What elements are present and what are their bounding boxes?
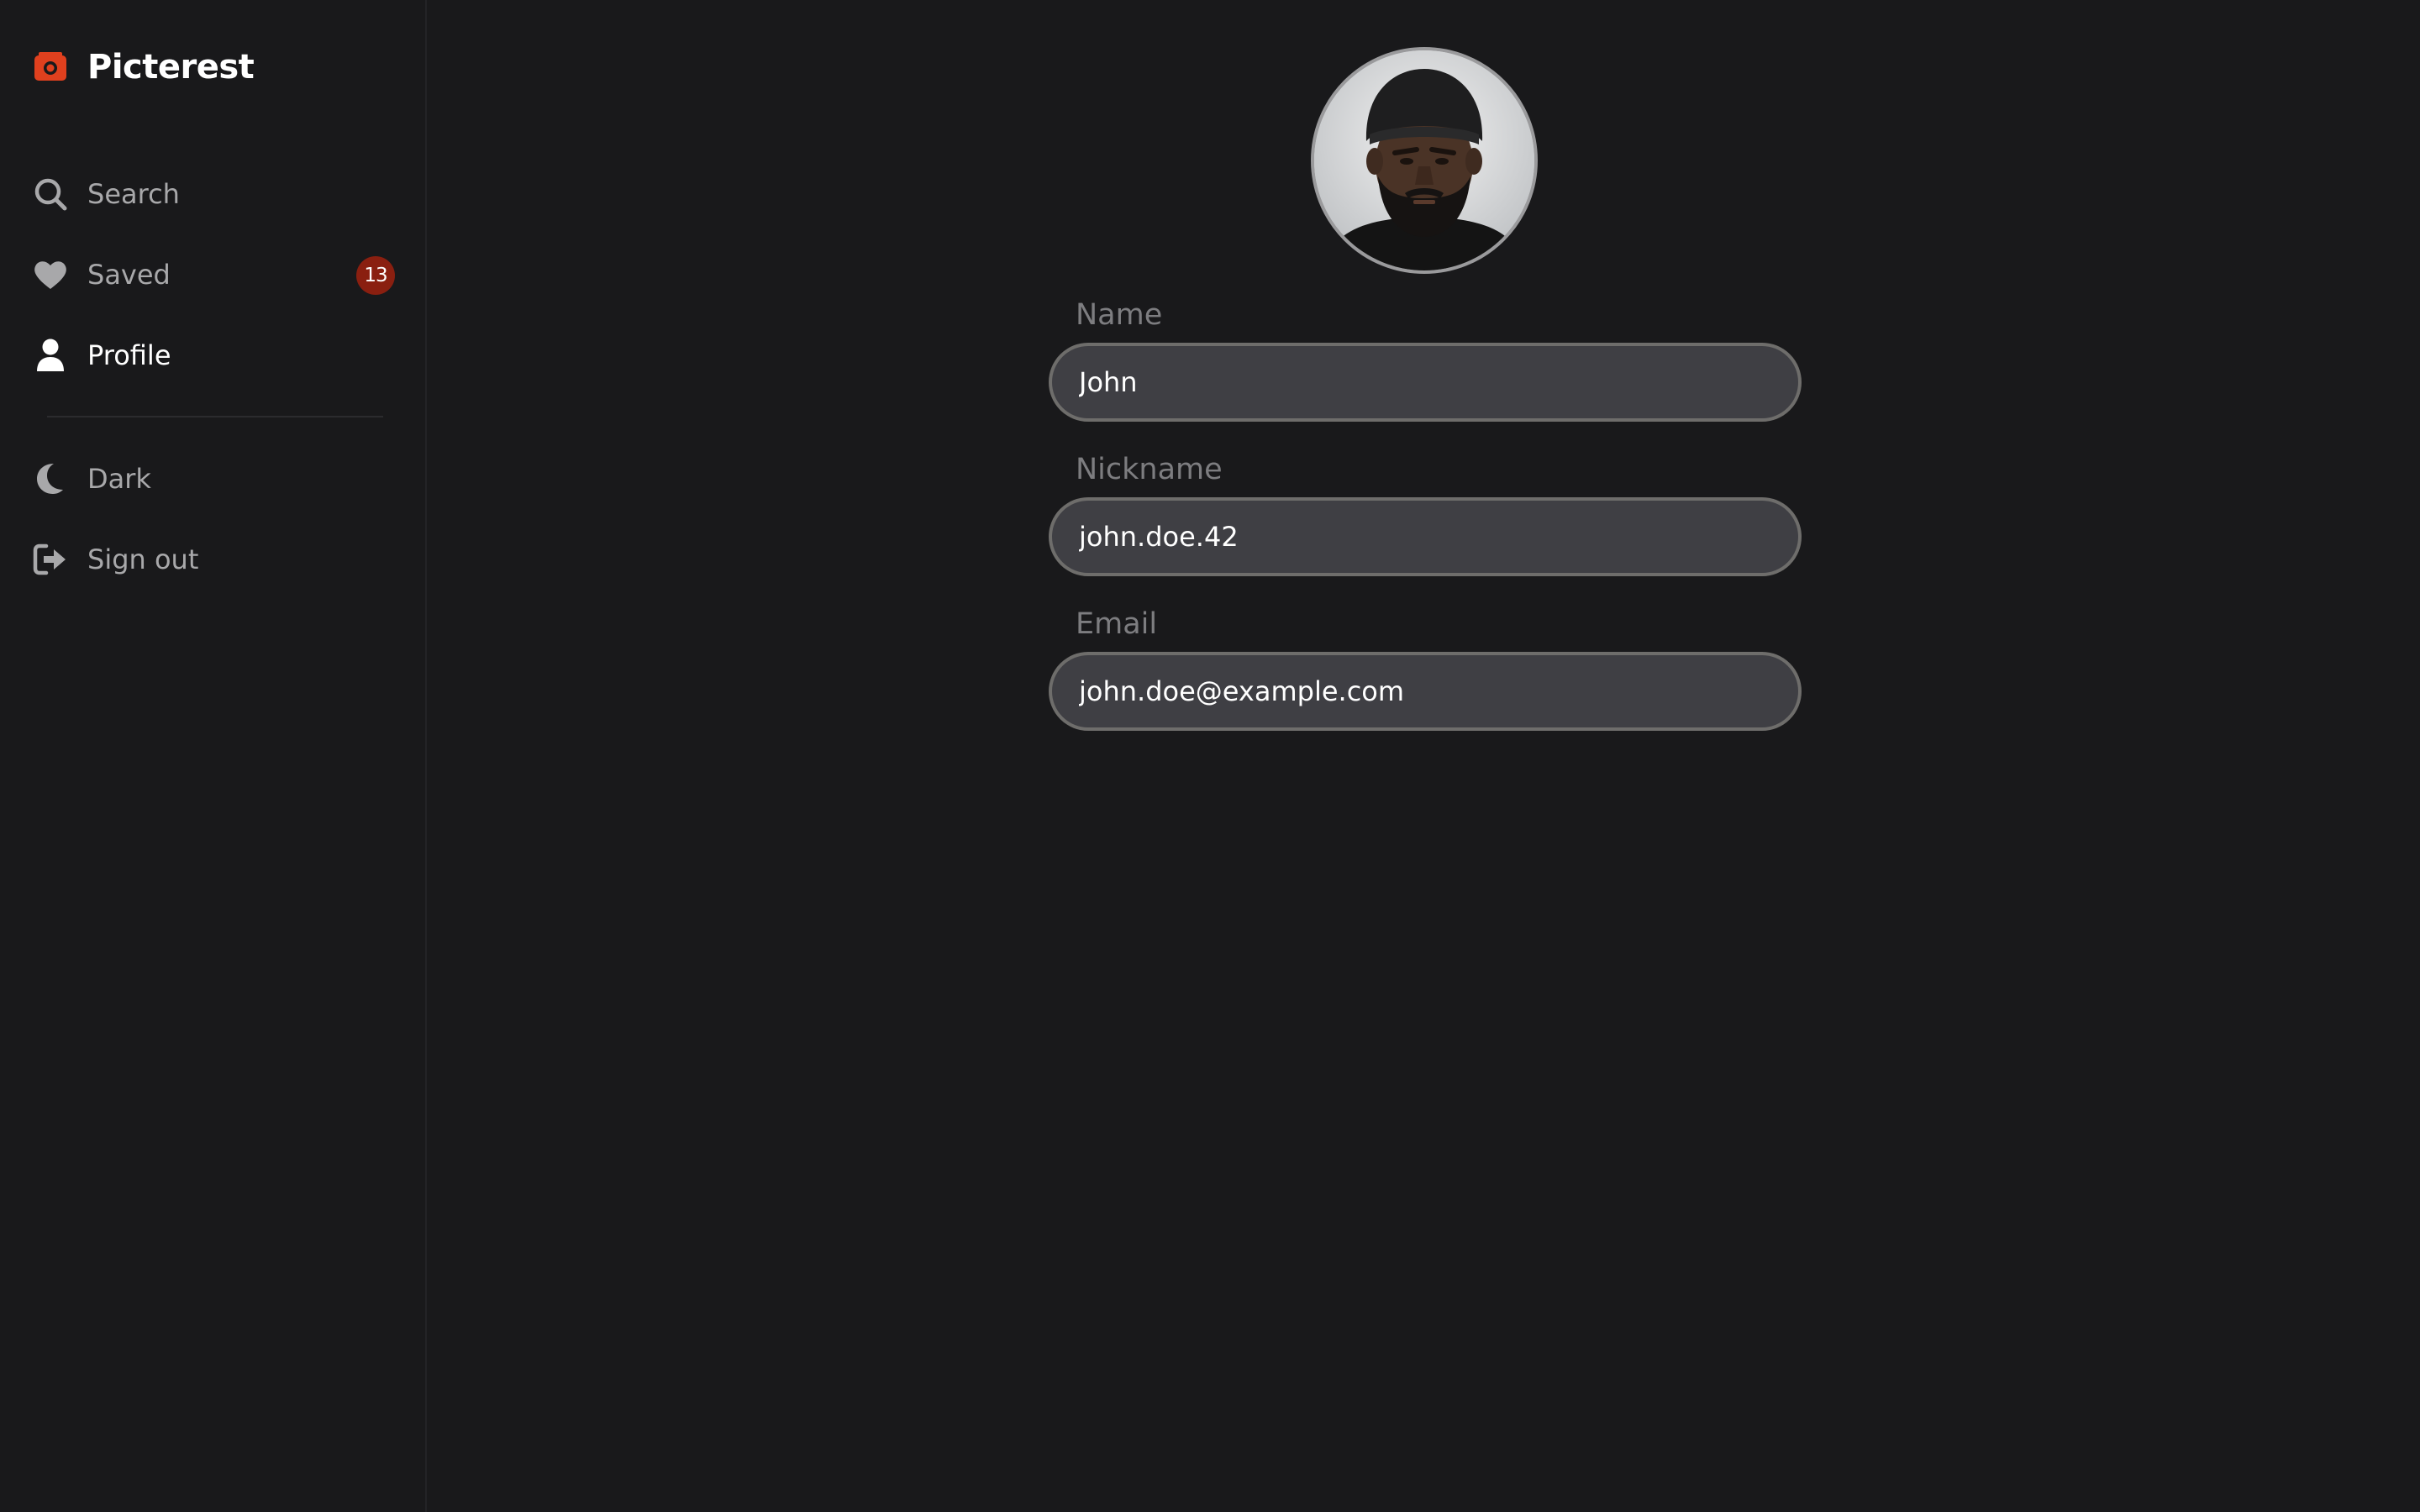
email-label: Email <box>1076 607 1158 641</box>
nickname-input[interactable] <box>1049 497 1802 576</box>
sidebar-item-profile[interactable]: Profile <box>32 332 395 379</box>
user-icon <box>32 337 69 374</box>
search-icon <box>32 176 69 213</box>
camera-logo-icon <box>32 49 69 86</box>
sidebar-item-label: Search <box>87 178 180 210</box>
name-input[interactable] <box>1049 343 1802 422</box>
sidebar-item-label: Saved <box>87 259 171 291</box>
sidebar: Picterest Search Saved 13 Profile Dark S… <box>0 0 427 1512</box>
sidebar-item-search[interactable]: Search <box>32 171 395 218</box>
sidebar-item-dark-mode[interactable]: Dark <box>32 455 395 502</box>
moon-icon <box>32 460 69 497</box>
saved-count-badge: 13 <box>356 256 395 295</box>
sidebar-item-label: Dark <box>87 463 151 495</box>
heart-icon <box>32 256 69 293</box>
sidebar-item-label: Sign out <box>87 543 199 575</box>
app-window: Picterest Search Saved 13 Profile Dark S… <box>0 0 2420 1512</box>
sidebar-item-sign-out[interactable]: Sign out <box>32 536 395 583</box>
brand-name: Picterest <box>87 48 255 87</box>
name-label: Name <box>1076 298 1163 332</box>
email-input[interactable] <box>1049 652 1802 731</box>
avatar-photo <box>1314 50 1534 270</box>
sign-out-icon <box>32 541 69 578</box>
nickname-label: Nickname <box>1076 453 1223 486</box>
sidebar-item-label: Profile <box>87 339 171 371</box>
sidebar-divider <box>47 416 383 417</box>
brand[interactable]: Picterest <box>32 44 255 91</box>
sidebar-item-saved[interactable]: Saved 13 <box>32 251 395 298</box>
avatar[interactable] <box>1311 47 1538 274</box>
